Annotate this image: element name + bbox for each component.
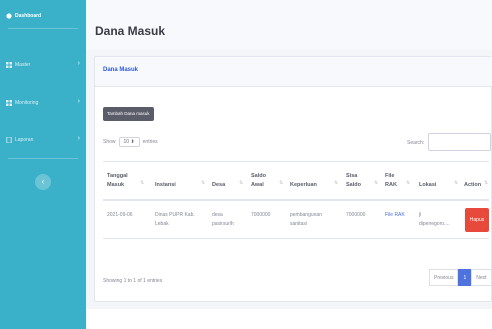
sidebar-item-monitoring[interactable]: Monitoring ›	[0, 94, 86, 112]
grid-icon	[6, 62, 12, 68]
cell-instansi: Dinas PUPR Kab. Lebak	[155, 212, 195, 227]
sidebar-divider	[8, 28, 78, 29]
cell-sisa-saldo: 7000000	[346, 212, 366, 218]
cell-lokasi: jl dipenegoro....	[419, 212, 450, 227]
grid-icon	[6, 100, 12, 106]
chevron-right-icon: ›	[77, 60, 80, 67]
sort-icon: ⇅	[239, 180, 244, 186]
cell-saldo-awal: 7000000	[251, 212, 271, 218]
sort-icon: ⇅	[140, 180, 145, 186]
sidebar-item-label: Laporan	[15, 137, 34, 143]
sort-icon: ⇅	[334, 180, 339, 186]
column-header-keperluan[interactable]: Keperluan	[290, 172, 317, 190]
sort-icon: ⇅	[279, 180, 284, 186]
search-label: Search:	[407, 140, 425, 146]
table-row: 2021-09-06 Dinas PUPR Kab. Lebak desa pasi…	[103, 201, 489, 239]
column-header-instansi[interactable]: Instansi	[155, 172, 176, 190]
cell-desa: desa pasirsurih	[212, 212, 234, 227]
card-header: Dana Masuk	[95, 57, 492, 87]
sort-icon: ⇅	[374, 180, 379, 186]
topbar: Dana Masuk	[86, 0, 492, 50]
file-rak-link[interactable]: File RAK	[385, 211, 405, 220]
previous-page-button[interactable]: Previous	[429, 269, 459, 286]
sidebar-item-laporan[interactable]: Laporan ›	[0, 131, 86, 149]
document-icon	[6, 137, 12, 143]
cell-tanggal: 2021-09-06	[107, 212, 133, 218]
sidebar-item-master[interactable]: Master ›	[0, 56, 86, 74]
sort-icon: ⇅	[484, 180, 489, 186]
sidebar-item-label: Master	[15, 62, 31, 68]
column-header-action[interactable]: Action	[464, 172, 481, 190]
sort-icon: ⇅	[406, 180, 411, 186]
sidebar: Dashboard Master › Monitoring › Laporan …	[0, 0, 86, 329]
column-header-file-rak[interactable]: File RAK	[385, 172, 397, 190]
column-header-sisa-saldo[interactable]: Sisa Saldo	[346, 172, 361, 190]
dashboard-icon	[6, 13, 12, 19]
sort-icon: ⇅	[201, 180, 206, 186]
show-label: Show	[103, 139, 116, 145]
chevron-right-icon: ›	[77, 135, 80, 142]
sidebar-item-label: Dashboard	[15, 13, 42, 19]
chevron-right-icon: ›	[77, 98, 80, 105]
add-dana-masuk-button[interactable]: Tambah Dana masuk	[103, 107, 154, 121]
data-card: Dana Masuk Tambah Dana masuk Show 10 ⬍ e…	[94, 56, 492, 302]
sort-icon: ⇅	[454, 180, 459, 186]
entries-label: entries	[142, 139, 158, 145]
column-header-desa[interactable]: Desa	[212, 172, 225, 190]
page-length-control: Show 10 ⬍ entries	[103, 137, 158, 147]
next-page-button[interactable]: Next	[471, 269, 492, 286]
column-header-saldo-awal[interactable]: Saldo Awal	[251, 172, 266, 190]
cell-keperluan: pembangunan sanitasi	[290, 212, 322, 227]
table-header: Tanggal Masuk ⇅ Instansi ⇅ Desa ⇅ Saldo Aw…	[103, 161, 489, 201]
page-1-button[interactable]: 1	[458, 269, 472, 286]
sidebar-divider	[8, 158, 78, 159]
sidebar-item-dashboard[interactable]: Dashboard	[0, 7, 86, 25]
delete-button[interactable]: Hapus	[465, 208, 489, 232]
column-header-tanggal[interactable]: Tanggal Masuk	[107, 172, 128, 190]
card-title: Dana Masuk	[103, 67, 139, 73]
table-info: Showing 1 to 1 of 1 entries	[103, 278, 163, 284]
sidebar-toggle-button[interactable]: ‹	[35, 174, 51, 190]
page-length-select[interactable]: 10 ⬍	[118, 137, 140, 147]
data-table: Tanggal Masuk ⇅ Instansi ⇅ Desa ⇅ Saldo Aw…	[103, 161, 489, 239]
search-input[interactable]	[428, 133, 491, 151]
column-header-lokasi[interactable]: Lokasi	[419, 172, 436, 190]
page-footer	[86, 309, 492, 329]
sidebar-item-label: Monitoring	[15, 100, 39, 106]
page-title: Dana Masuk	[95, 24, 166, 38]
pagination: Previous 1 Next	[429, 269, 492, 286]
